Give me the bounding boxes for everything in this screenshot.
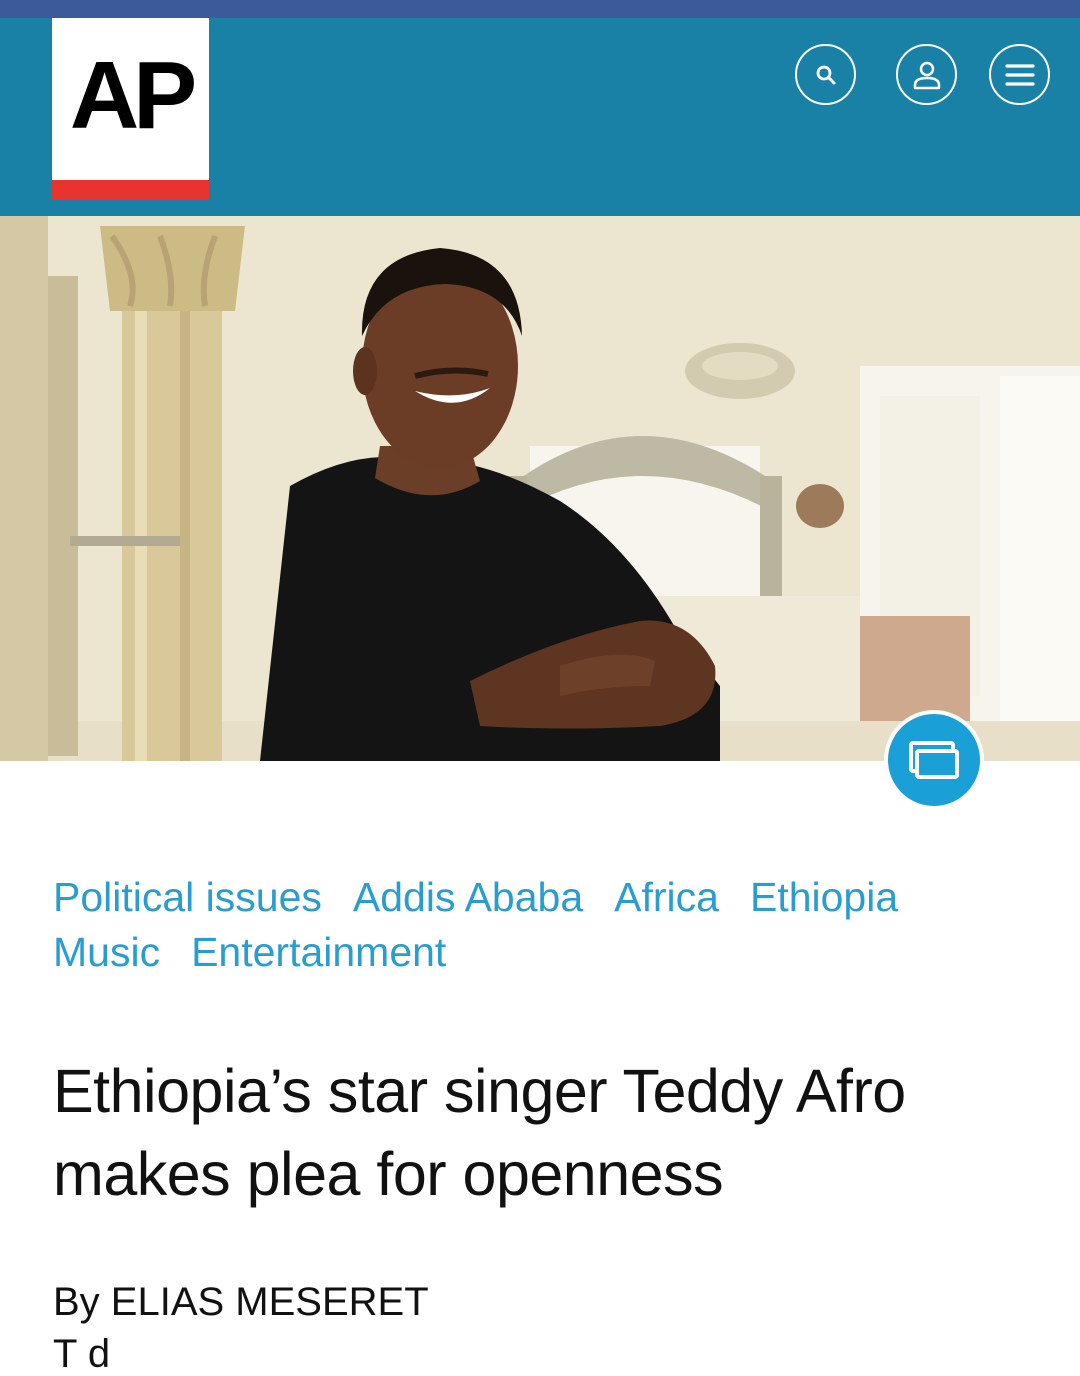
hero-photo[interactable] — [0, 216, 1080, 761]
ap-logo[interactable]: AP — [52, 18, 209, 200]
tag-political-issues[interactable]: Political issues — [53, 870, 322, 925]
search-icon — [816, 65, 835, 84]
tag-music[interactable]: Music — [53, 925, 160, 980]
tag-entertainment[interactable]: Entertainment — [191, 925, 446, 980]
menu-button[interactable] — [989, 44, 1050, 105]
article-byline: By ELIAS MESERET — [53, 1280, 429, 1324]
article-headline: Ethiopia’s star singer Teddy Afro makes … — [53, 1057, 906, 1208]
site-header: AP — [0, 18, 1080, 216]
hero-photo-illustration — [0, 216, 1080, 761]
tag-list: Political issues Addis Ababa Africa Ethiopi… — [53, 870, 1043, 980]
account-button[interactable] — [896, 44, 957, 105]
menu-icon — [1004, 63, 1035, 86]
search-button[interactable] — [795, 44, 856, 105]
logo-red-bar — [52, 180, 209, 200]
top-strip — [0, 0, 1080, 18]
logo-text: AP — [69, 42, 197, 149]
tag-ethiopia[interactable]: Ethiopia — [750, 870, 898, 925]
gallery-button[interactable] — [884, 710, 984, 810]
article-next-line: T d — [53, 1332, 111, 1376]
user-icon — [913, 61, 940, 89]
tag-addis-ababa[interactable]: Addis Ababa — [353, 870, 583, 925]
gallery-icon — [909, 741, 959, 779]
tag-africa[interactable]: Africa — [614, 870, 719, 925]
